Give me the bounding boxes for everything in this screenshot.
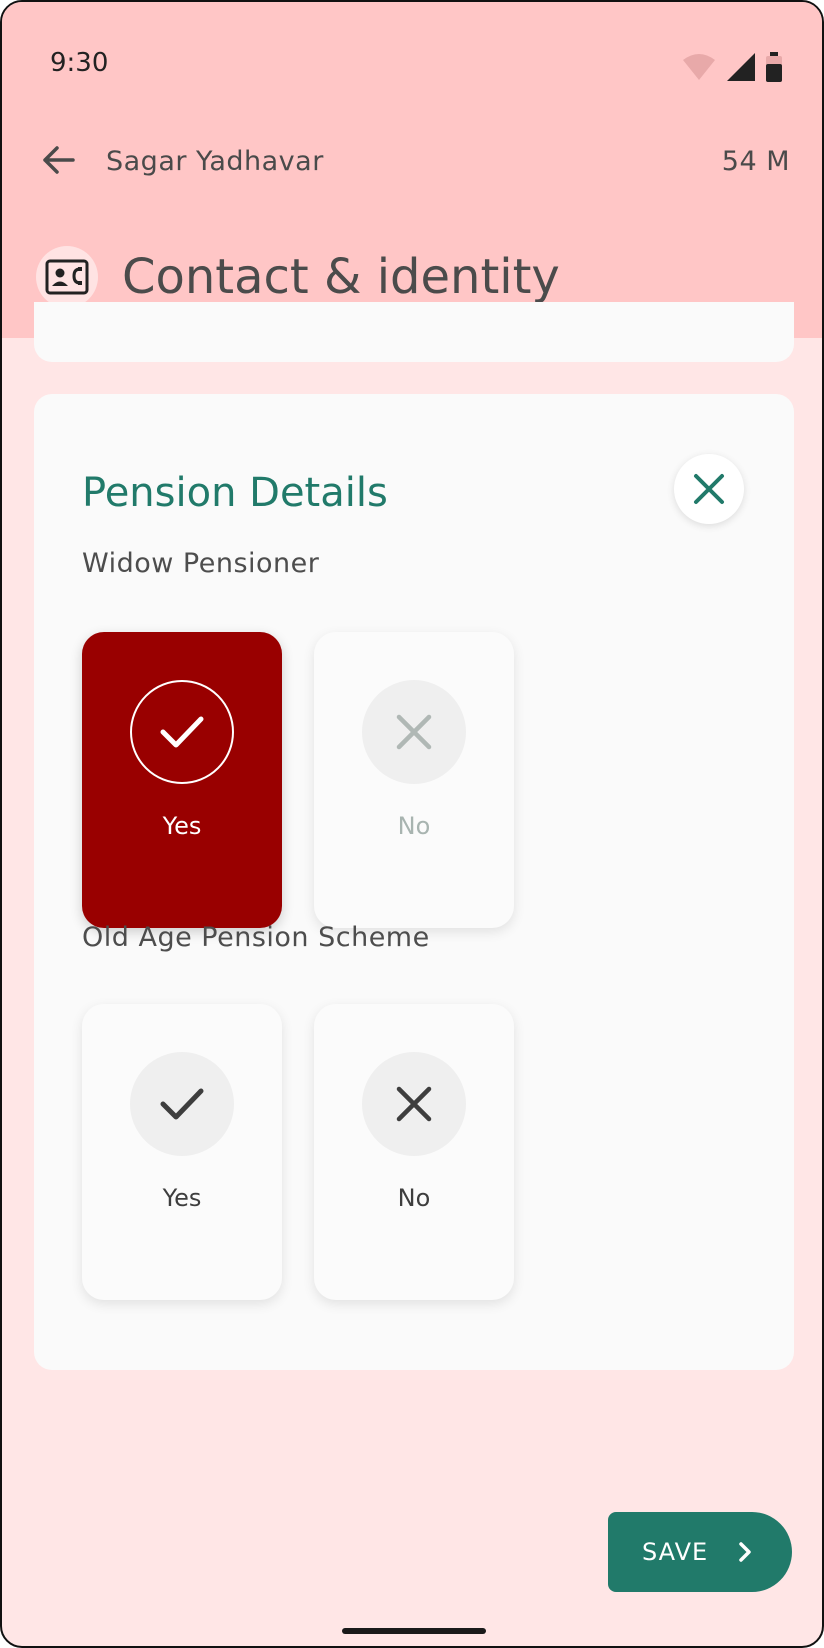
- cross-icon: [396, 714, 432, 750]
- app-header: 9:30 Sagar Yadhavar 54 M Contact & ident…: [2, 2, 822, 338]
- chevron-right-icon: [739, 1542, 751, 1562]
- option-label: Yes: [162, 812, 202, 840]
- previous-card: [34, 302, 794, 362]
- section-icon: [36, 246, 98, 308]
- close-button[interactable]: [674, 454, 744, 524]
- check-circle: [130, 680, 234, 784]
- question-widow-pensioner: Widow Pensioner: [82, 548, 320, 579]
- battery-icon: [766, 52, 782, 82]
- status-time: 9:30: [50, 48, 109, 78]
- check-circle: [130, 1052, 234, 1156]
- widow-pensioner-no-option[interactable]: No: [314, 632, 514, 928]
- option-label: No: [397, 1184, 431, 1212]
- old-age-pension-no-option[interactable]: No: [314, 1004, 514, 1300]
- close-icon: [694, 474, 724, 504]
- section-title: Contact & identity: [122, 249, 560, 305]
- signal-icon: [727, 53, 755, 81]
- check-icon: [160, 716, 204, 748]
- phone-screen: 9:30 Sagar Yadhavar 54 M Contact & ident…: [0, 0, 824, 1648]
- back-button[interactable]: [36, 138, 80, 182]
- status-icons: [682, 52, 782, 82]
- wifi-icon: [683, 54, 715, 80]
- pension-details-card: Pension Details Widow Pensioner Yes No O…: [34, 394, 794, 1370]
- cross-circle: [362, 680, 466, 784]
- option-label: No: [397, 812, 431, 840]
- patient-age-gender: 54 M: [721, 146, 790, 177]
- save-label: SAVE: [642, 1538, 709, 1566]
- save-button[interactable]: SAVE: [608, 1512, 792, 1592]
- check-icon: [160, 1088, 204, 1120]
- question-old-age-pension: Old Age Pension Scheme: [82, 922, 430, 953]
- contact-card-icon: [45, 259, 89, 295]
- widow-pensioner-yes-option[interactable]: Yes: [82, 632, 282, 928]
- home-indicator[interactable]: [342, 1628, 486, 1634]
- option-label: Yes: [162, 1184, 202, 1212]
- old-age-pension-yes-option[interactable]: Yes: [82, 1004, 282, 1300]
- cross-circle: [362, 1052, 466, 1156]
- cross-icon: [396, 1086, 432, 1122]
- card-title: Pension Details: [82, 470, 388, 516]
- arrow-left-icon: [43, 146, 75, 174]
- patient-name: Sagar Yadhavar: [106, 146, 324, 177]
